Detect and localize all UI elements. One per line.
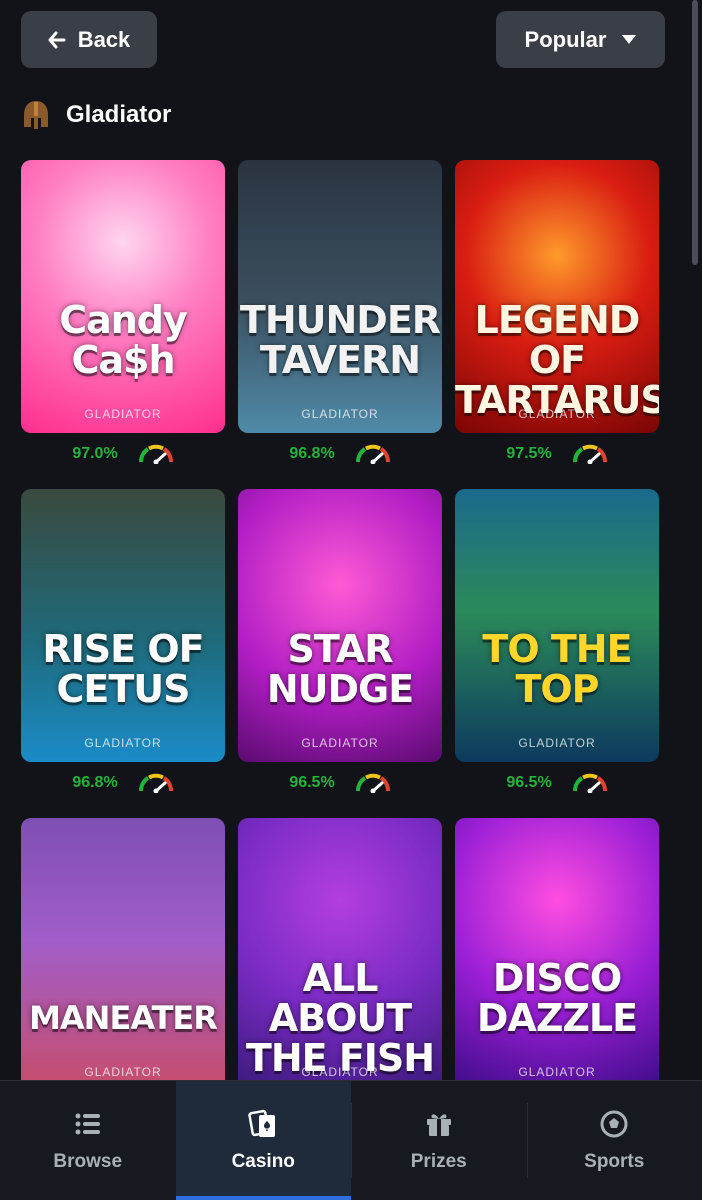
- game-card[interactable]: MANEATER GLADIATOR: [21, 818, 225, 1091]
- rtp-row: 96.5%: [455, 770, 659, 796]
- rtp-value: 96.5%: [289, 774, 335, 791]
- game-title: Candy Ca$h: [59, 298, 188, 382]
- game-title: STAR NUDGE: [266, 627, 414, 711]
- nav-sports[interactable]: Sports: [526, 1081, 702, 1200]
- game-thumbnail: [455, 818, 659, 1091]
- game-provider-label: GLADIATOR: [84, 736, 162, 750]
- game-provider-label: GLADIATOR: [518, 1065, 596, 1079]
- rtp-value: 96.8%: [289, 445, 335, 462]
- rtp-value: 96.8%: [72, 774, 118, 791]
- game-provider-label: GLADIATOR: [518, 736, 596, 750]
- game-thumbnail: [455, 489, 659, 762]
- game-provider-label: GLADIATOR: [301, 736, 379, 750]
- list-icon: [75, 1113, 100, 1134]
- nav-sports-label: Sports: [584, 1150, 645, 1172]
- game-title: THUNDER TAVERN: [239, 298, 441, 382]
- rtp-gauge-icon: [355, 444, 390, 464]
- soccer-ball-icon: [600, 1110, 628, 1137]
- provider-heading: Gladiator: [23, 96, 171, 134]
- game-card[interactable]: LEGEND OF TARTARUS GLADIATOR: [455, 160, 659, 433]
- rtp-gauge-icon: [138, 444, 173, 464]
- cards-icon: [248, 1109, 276, 1137]
- game-provider-label: GLADIATOR: [301, 407, 379, 421]
- nav-prizes[interactable]: Prizes: [351, 1081, 527, 1200]
- sort-dropdown-label: Popular: [524, 26, 607, 52]
- rtp-gauge-icon: [572, 773, 607, 793]
- provider-name: Gladiator: [66, 101, 172, 128]
- game-card[interactable]: ALL ABOUT THE FISH GLADIATOR: [238, 818, 442, 1091]
- rtp-row: 97.0%: [21, 441, 225, 467]
- rtp-row: 96.5%: [238, 770, 442, 796]
- rtp-value: 96.5%: [506, 774, 552, 791]
- back-button-label: Back: [77, 26, 131, 52]
- game-title: RISE OF CETUS: [42, 627, 204, 711]
- rtp-row: 96.8%: [238, 441, 442, 467]
- game-card[interactable]: Candy Ca$h GLADIATOR: [21, 160, 225, 433]
- back-button[interactable]: Back: [21, 11, 157, 68]
- game-thumbnail: [21, 160, 225, 433]
- game-thumbnail: [21, 818, 225, 1091]
- nav-prizes-label: Prizes: [410, 1150, 467, 1172]
- game-provider-label: GLADIATOR: [84, 1065, 162, 1079]
- scrollbar-thumb[interactable]: [692, 0, 698, 265]
- nav-browse[interactable]: Browse: [0, 1081, 176, 1200]
- nav-casino[interactable]: Casino: [175, 1081, 351, 1200]
- game-thumbnail: [21, 489, 225, 762]
- helmet-icon: [24, 101, 48, 129]
- game-provider-label: GLADIATOR: [84, 407, 162, 421]
- bottom-nav: Browse Casino Prizes Sports: [0, 1080, 702, 1200]
- game-card[interactable]: STAR NUDGE GLADIATOR: [238, 489, 442, 762]
- game-title: ALL ABOUT THE FISH: [245, 956, 435, 1080]
- rtp-value: 97.5%: [506, 445, 552, 462]
- sort-dropdown[interactable]: Popular: [496, 11, 665, 68]
- rtp-gauge-icon: [355, 773, 390, 793]
- game-provider-label: GLADIATOR: [301, 1065, 379, 1079]
- game-card[interactable]: THUNDER TAVERN GLADIATOR: [238, 160, 442, 433]
- caret-down-icon: [622, 35, 637, 44]
- game-thumbnail: [238, 489, 442, 762]
- game-thumbnail: [238, 160, 442, 433]
- game-title: MANEATER: [29, 999, 218, 1037]
- game-card[interactable]: DISCO DAZZLE GLADIATOR: [455, 818, 659, 1091]
- game-title: DISCO DAZZLE: [476, 956, 638, 1040]
- nav-casino-label: Casino: [231, 1150, 295, 1172]
- game-provider-label: GLADIATOR: [518, 407, 596, 421]
- game-card[interactable]: TO THE TOP GLADIATOR: [455, 489, 659, 762]
- game-title: TO THE TOP: [482, 627, 632, 711]
- rtp-value: 97.0%: [72, 445, 118, 462]
- rtp-row: 96.8%: [21, 770, 225, 796]
- arrow-left-icon: [48, 31, 66, 48]
- rtp-row: 97.5%: [455, 441, 659, 467]
- gift-icon: [426, 1113, 451, 1136]
- game-card[interactable]: RISE OF CETUS GLADIATOR: [21, 489, 225, 762]
- rtp-gauge-icon: [138, 773, 173, 793]
- nav-browse-label: Browse: [53, 1150, 123, 1172]
- game-title: LEGEND OF TARTARUS: [455, 298, 659, 422]
- rtp-gauge-icon: [572, 444, 607, 464]
